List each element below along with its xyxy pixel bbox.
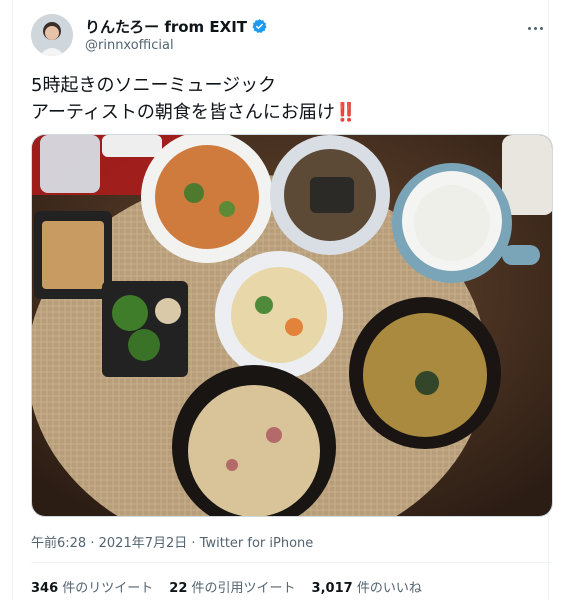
- tweet-photo[interactable]: [31, 134, 553, 517]
- meta-separator-2: ·: [191, 536, 196, 551]
- likes-count: 3,017: [311, 581, 353, 596]
- tweet-meta: 午前6:28 · 2021年7月2日 · Twitter for iPhone: [31, 532, 313, 551]
- more-options-icon[interactable]: [523, 16, 547, 40]
- tweet-header: りんたろー from EXIT @rinnxofficial: [31, 14, 551, 58]
- breakfast-photo-image: [32, 135, 552, 516]
- user-handle[interactable]: @rinnxofficial: [85, 38, 174, 53]
- retweets-label: 件のリツイート: [62, 581, 154, 596]
- tweet-stats: 346 件のリツイート 22 件の引用ツイート 3,017 件のいいね: [31, 577, 422, 596]
- quotes-stat[interactable]: 22 件の引用ツイート: [169, 577, 295, 596]
- verified-badge-icon: [252, 19, 267, 34]
- quotes-count: 22: [169, 581, 188, 596]
- likes-label: 件のいいね: [356, 581, 422, 596]
- user-avatar[interactable]: [31, 14, 73, 56]
- likes-stat[interactable]: 3,017 件のいいね: [312, 577, 422, 596]
- divider-top: [31, 562, 551, 563]
- display-name[interactable]: りんたろー from EXIT: [85, 16, 247, 37]
- tweet-text: 5時起きのソニーミュージック アーティストの朝食を皆さんにお届け‼️: [31, 72, 531, 126]
- tweet-card: りんたろー from EXIT @rinnxofficial 5時起きのソニーミ…: [12, 0, 553, 600]
- tweet-source[interactable]: Twitter for iPhone: [200, 536, 314, 551]
- tweet-text-line-1: 5時起きのソニーミュージック: [31, 75, 277, 96]
- retweets-count: 346: [31, 581, 59, 596]
- meta-separator-1: ·: [90, 536, 95, 551]
- tweet-text-line-2: アーティストの朝食を皆さんにお届け‼️: [31, 99, 531, 126]
- tweet-text-line-2-body: アーティストの朝食を皆さんにお届け: [31, 102, 335, 123]
- tweet-time[interactable]: 午前6:28: [31, 536, 86, 551]
- retweets-stat[interactable]: 346 件のリツイート: [31, 577, 153, 596]
- quotes-label: 件の引用ツイート: [191, 581, 296, 596]
- double-exclamation-emoji: ‼️: [334, 102, 358, 123]
- tweet-date[interactable]: 2021年7月2日: [99, 536, 188, 551]
- name-row: りんたろー from EXIT: [85, 16, 268, 37]
